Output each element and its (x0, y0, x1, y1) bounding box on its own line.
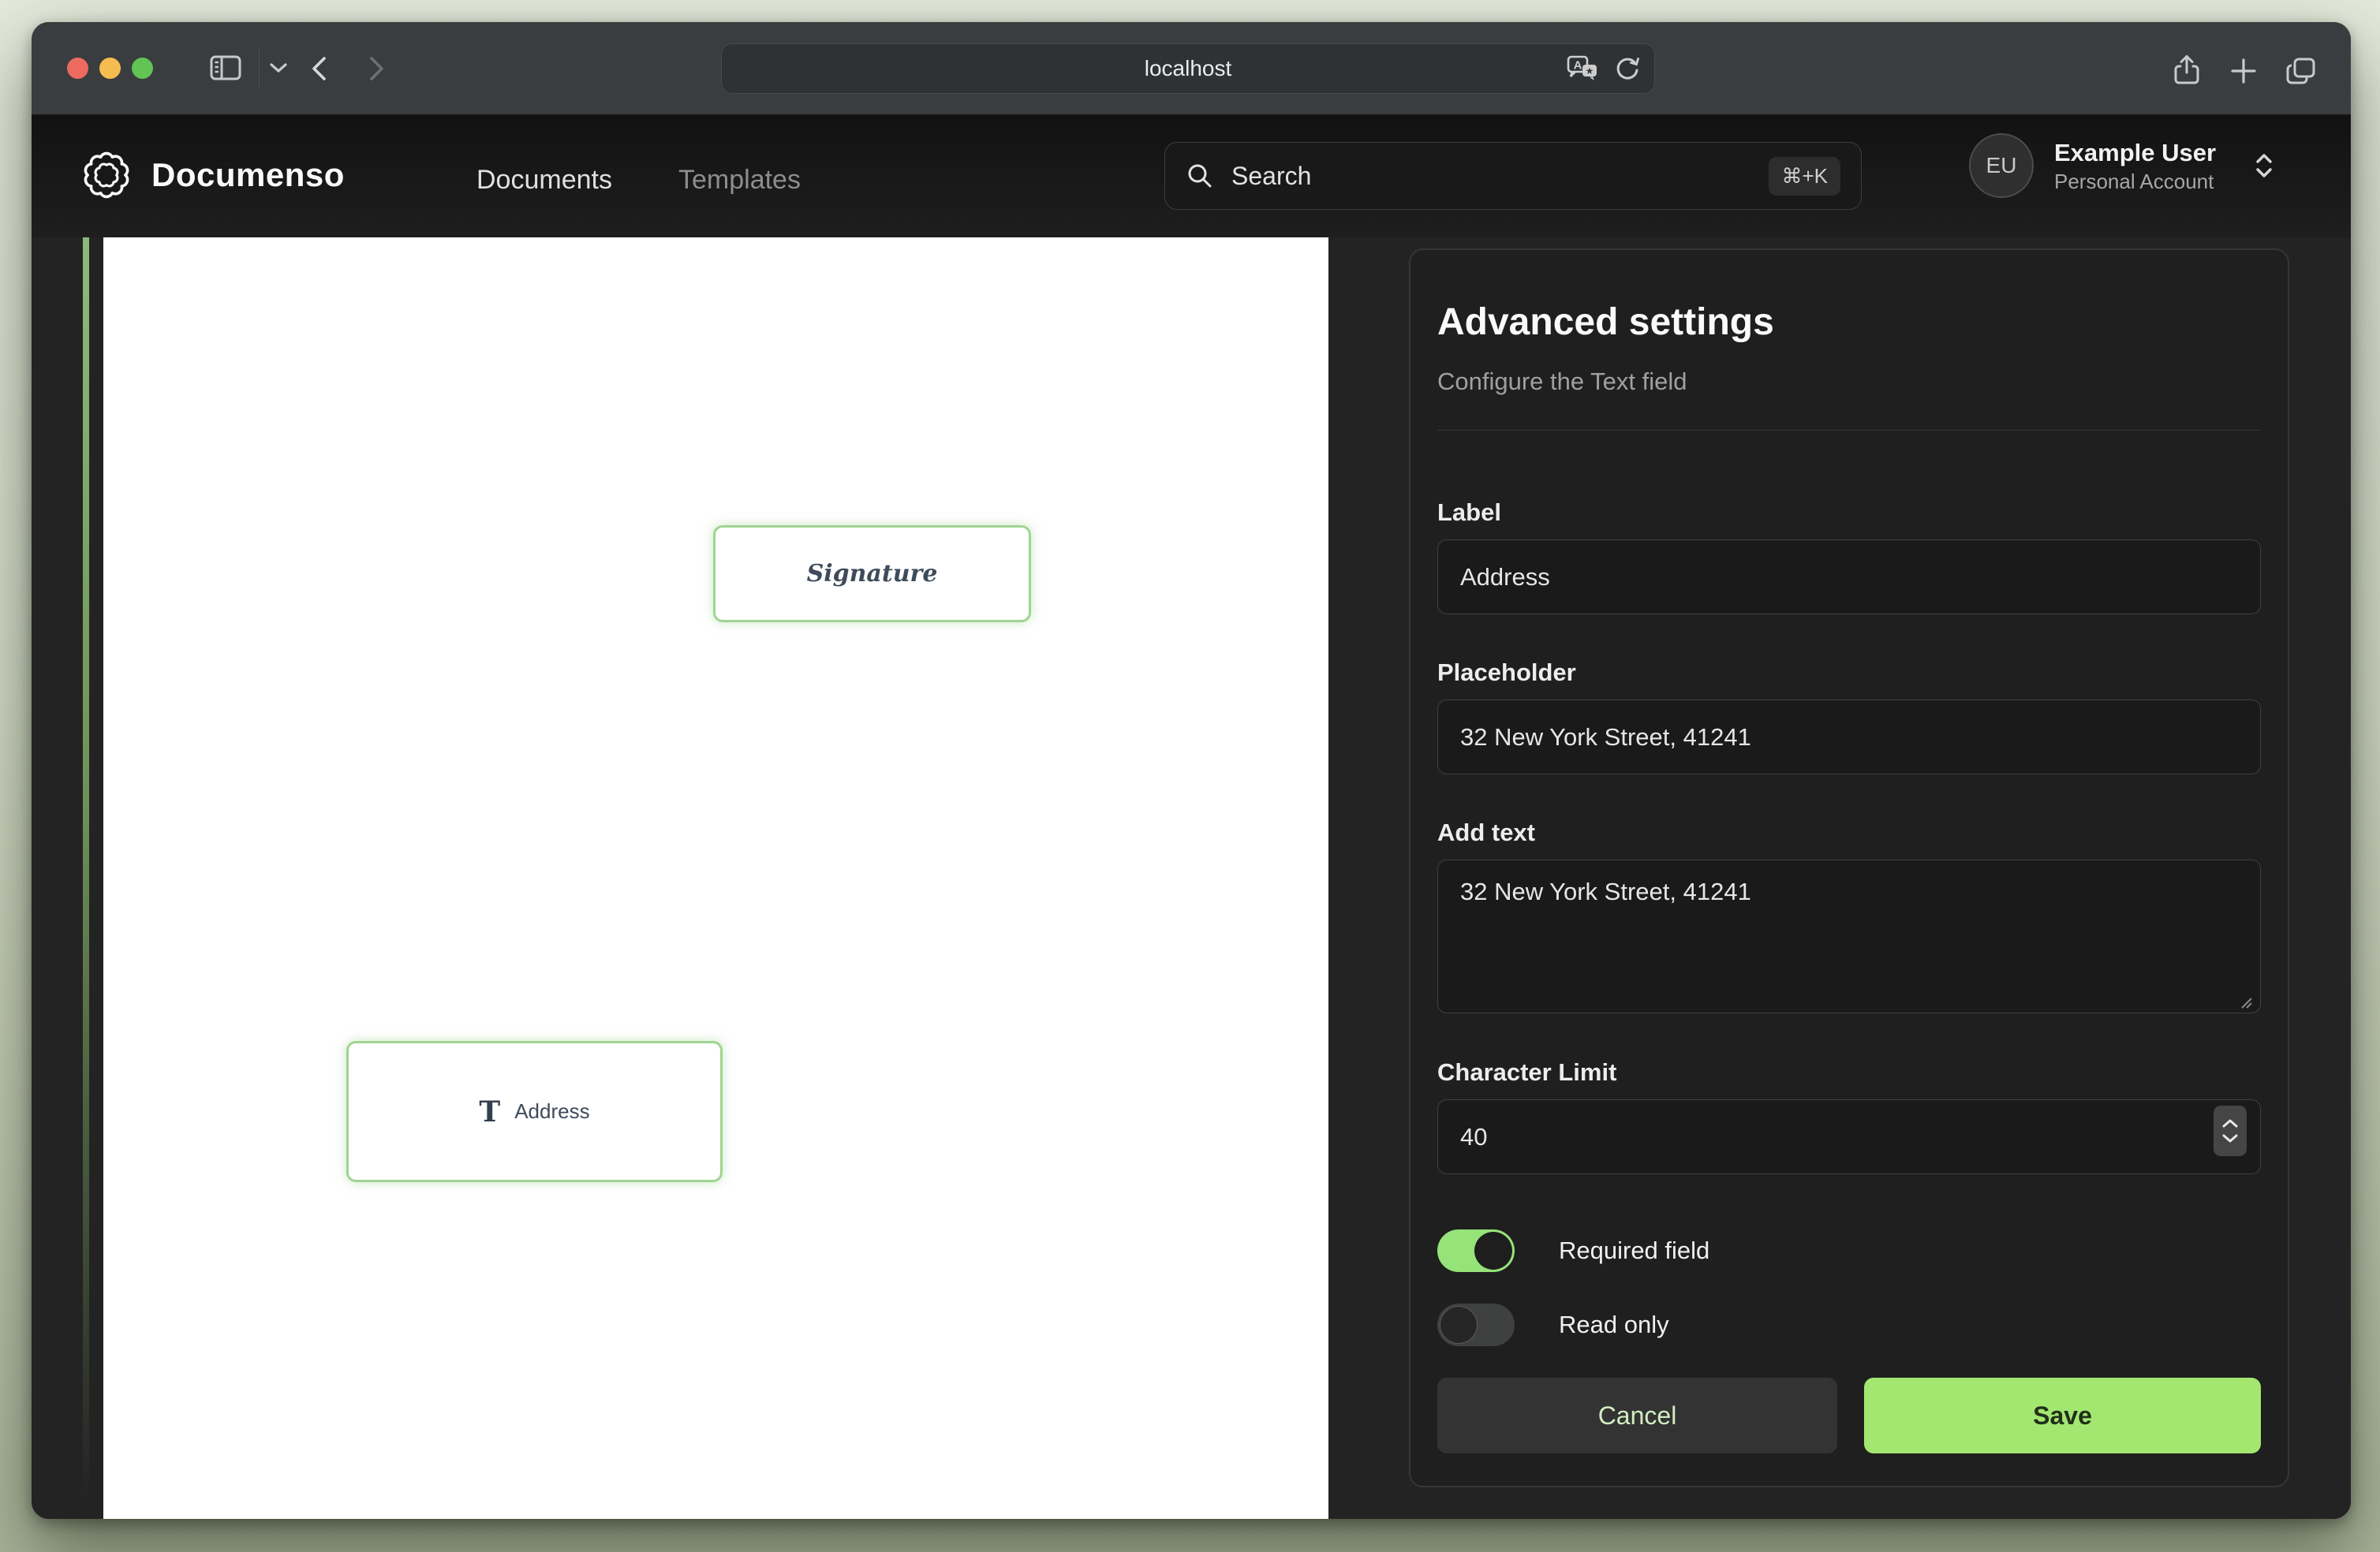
user-name: Example User (2054, 137, 2216, 169)
user-menu[interactable]: EU Example User Personal Account (1969, 133, 2276, 198)
active-page-indicator (83, 237, 89, 1499)
search-shortcut-badge: ⌘+K (1769, 157, 1840, 196)
text-field-icon: T (479, 1095, 500, 1129)
placeholder-input[interactable] (1437, 700, 2261, 774)
svg-text:★: ★ (1586, 65, 1594, 76)
character-limit-input[interactable] (1437, 1099, 2261, 1174)
add-text-textarea[interactable]: 32 New York Street, 41241 (1437, 860, 2261, 1013)
svg-text:A: A (1574, 59, 1582, 73)
address-bar[interactable]: localhost A ★ (721, 43, 1655, 94)
toggle-knob (1440, 1306, 1478, 1344)
panel-subtitle: Configure the Text field (1437, 367, 2261, 397)
text-field-label: Address (514, 1099, 589, 1124)
search-input[interactable]: Search ⌘+K (1164, 142, 1862, 210)
read-only-label: Read only (1559, 1311, 1669, 1339)
sidebar-chevron-down-icon[interactable] (268, 62, 289, 74)
signature-field-label: Signature (807, 560, 938, 588)
new-tab-icon[interactable] (2229, 57, 2258, 85)
cancel-button[interactable]: Cancel (1437, 1378, 1837, 1453)
nav-templates[interactable]: Templates (678, 165, 801, 196)
panel-divider (1437, 430, 2261, 431)
share-icon[interactable] (2171, 54, 2203, 87)
browser-window: localhost A ★ (32, 22, 2351, 1519)
number-stepper[interactable] (2214, 1106, 2247, 1156)
cancel-button-label: Cancel (1598, 1401, 1677, 1431)
read-only-toggle[interactable] (1437, 1304, 1515, 1346)
character-limit-field-label: Character Limit (1437, 1058, 2261, 1087)
reload-icon[interactable] (1612, 53, 1642, 84)
browser-toolbar: localhost A ★ (32, 22, 2351, 116)
window-minimize-button[interactable] (99, 58, 121, 79)
window-zoom-button[interactable] (132, 58, 153, 79)
user-account-type: Personal Account (2054, 169, 2216, 194)
chevron-up-down-icon (2252, 151, 2276, 180)
brand[interactable]: Documenso (82, 151, 345, 200)
avatar-initials: EU (1986, 153, 2017, 178)
save-button[interactable]: Save (1864, 1378, 2261, 1453)
toggle-knob (1474, 1232, 1512, 1270)
advanced-settings-panel: Advanced settings Configure the Text fie… (1409, 248, 2289, 1487)
app-header: Documenso Documents Templates Search ⌘+K… (32, 116, 2351, 237)
search-icon (1186, 162, 1214, 190)
url-text: localhost (1145, 56, 1232, 81)
avatar: EU (1969, 133, 2034, 198)
nav-documents[interactable]: Documents (476, 165, 612, 196)
toolbar-divider (259, 47, 260, 88)
required-field-label: Required field (1559, 1237, 1709, 1265)
label-field-label: Label (1437, 498, 2261, 527)
resize-handle-icon[interactable] (2239, 995, 2253, 1009)
tab-overview-icon[interactable] (2285, 55, 2318, 87)
placeholder-field-label: Placeholder (1437, 658, 2261, 687)
sidebar-toggle-icon[interactable] (208, 52, 243, 84)
search-placeholder: Search (1231, 162, 1311, 191)
translate-icon[interactable]: A ★ (1566, 53, 1601, 84)
signature-field[interactable]: Signature (713, 525, 1031, 622)
documenso-logo-icon (82, 151, 131, 200)
brand-name: Documenso (151, 156, 345, 194)
add-text-field-label: Add text (1437, 819, 2261, 847)
forward-button-icon[interactable] (366, 55, 387, 82)
save-button-label: Save (2033, 1401, 2092, 1431)
back-button-icon[interactable] (309, 55, 330, 82)
main-content: Signature T Address Advanced settings Co… (32, 237, 2351, 1519)
panel-title: Advanced settings (1437, 300, 2261, 345)
required-field-toggle[interactable] (1437, 1229, 1515, 1272)
text-field-address[interactable]: T Address (346, 1041, 723, 1182)
window-close-button[interactable] (67, 58, 88, 79)
document-page[interactable]: Signature T Address (103, 237, 1328, 1519)
label-input[interactable] (1437, 539, 2261, 614)
